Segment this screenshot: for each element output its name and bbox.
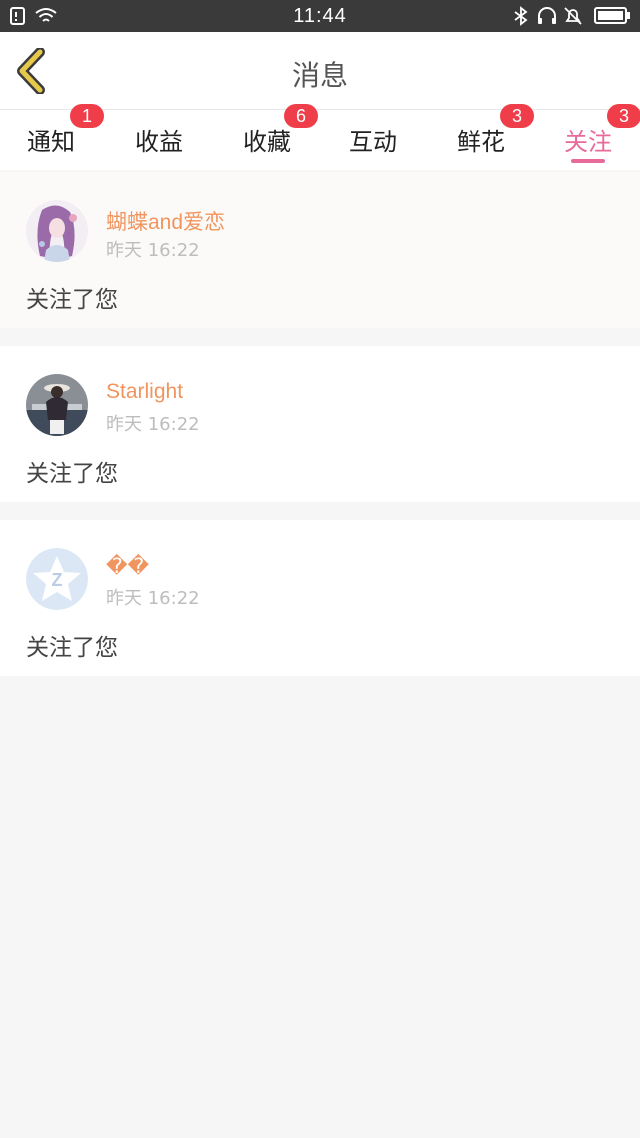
girl-photo-avatar-icon: [26, 374, 88, 436]
battery-icon: [594, 7, 630, 24]
tab-follow[interactable]: 关注 3: [543, 104, 640, 170]
username[interactable]: 蝴蝶and爱恋: [106, 206, 225, 236]
avatar[interactable]: [26, 200, 88, 262]
unread-badge: 3: [500, 104, 534, 128]
page-title: 消息: [291, 59, 348, 92]
unread-badge: 3: [607, 104, 640, 128]
message-time: 昨天 16:22: [106, 414, 200, 435]
tab-bar: 通知 1 收益 收藏 6 互动 鲜花 3 关注 3: [0, 104, 640, 170]
message-text: 关注了您: [26, 287, 118, 313]
message-time: 昨天 16:22: [106, 588, 200, 609]
username[interactable]: Starlight: [106, 380, 183, 404]
anime-girl-avatar-icon: [26, 200, 88, 262]
tab-label: 收益: [135, 128, 183, 156]
status-bar: 11:44: [0, 0, 640, 32]
bluetooth-icon: [514, 6, 528, 26]
headphones-icon: [538, 7, 556, 24]
message-text: 关注了您: [26, 635, 118, 661]
message-item[interactable]: Z �� 昨天 16:22 关注了您: [0, 520, 640, 676]
avatar[interactable]: [26, 374, 88, 436]
tab-earnings[interactable]: 收益: [114, 110, 204, 170]
active-tab-indicator: [571, 159, 605, 163]
svg-text:Z: Z: [52, 570, 63, 590]
unread-badge: 1: [70, 104, 104, 128]
tab-favorites[interactable]: 收藏 6: [222, 104, 318, 170]
tab-label: 互动: [349, 128, 397, 156]
tab-notice[interactable]: 通知 1: [6, 104, 104, 170]
avatar[interactable]: Z: [26, 548, 88, 610]
message-time: 昨天 16:22: [106, 240, 200, 261]
mute-bell-icon: [564, 7, 582, 25]
message-item[interactable]: 蝴蝶and爱恋 昨天 16:22 关注了您: [0, 172, 640, 328]
tab-interaction[interactable]: 互动: [328, 110, 418, 170]
app-header: 消息: [0, 32, 640, 110]
tab-flowers[interactable]: 鲜花 3: [436, 104, 534, 170]
unread-badge: 6: [284, 104, 318, 128]
message-text: 关注了您: [26, 461, 118, 487]
username[interactable]: ��: [106, 554, 149, 579]
default-star-avatar-icon: Z: [26, 548, 88, 610]
message-item[interactable]: Starlight 昨天 16:22 关注了您: [0, 346, 640, 502]
